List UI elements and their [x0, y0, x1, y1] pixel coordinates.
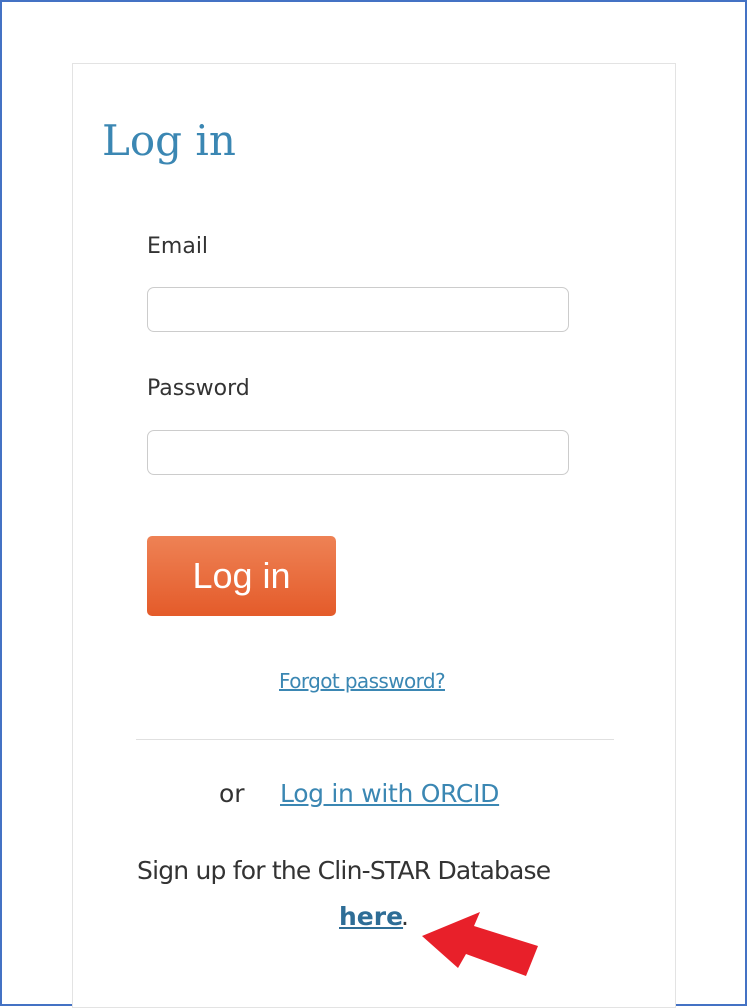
divider: [136, 739, 614, 740]
page-title: Log in: [102, 116, 236, 165]
orcid-login-link[interactable]: Log in with ORCID: [280, 779, 499, 808]
email-label: Email: [147, 234, 209, 259]
forgot-password-link[interactable]: Forgot password?: [279, 669, 446, 693]
password-label: Password: [147, 376, 250, 401]
signup-here-link[interactable]: here: [339, 902, 403, 931]
password-input[interactable]: [147, 430, 569, 475]
or-text: or: [219, 779, 245, 808]
email-input[interactable]: [147, 287, 569, 332]
signup-period: .: [401, 902, 409, 931]
red-arrow-shape: [422, 912, 538, 976]
red-arrow-icon: [422, 912, 538, 976]
signup-text: Sign up for the Clin-STAR Database: [137, 856, 551, 885]
login-button[interactable]: Log in: [147, 536, 336, 616]
